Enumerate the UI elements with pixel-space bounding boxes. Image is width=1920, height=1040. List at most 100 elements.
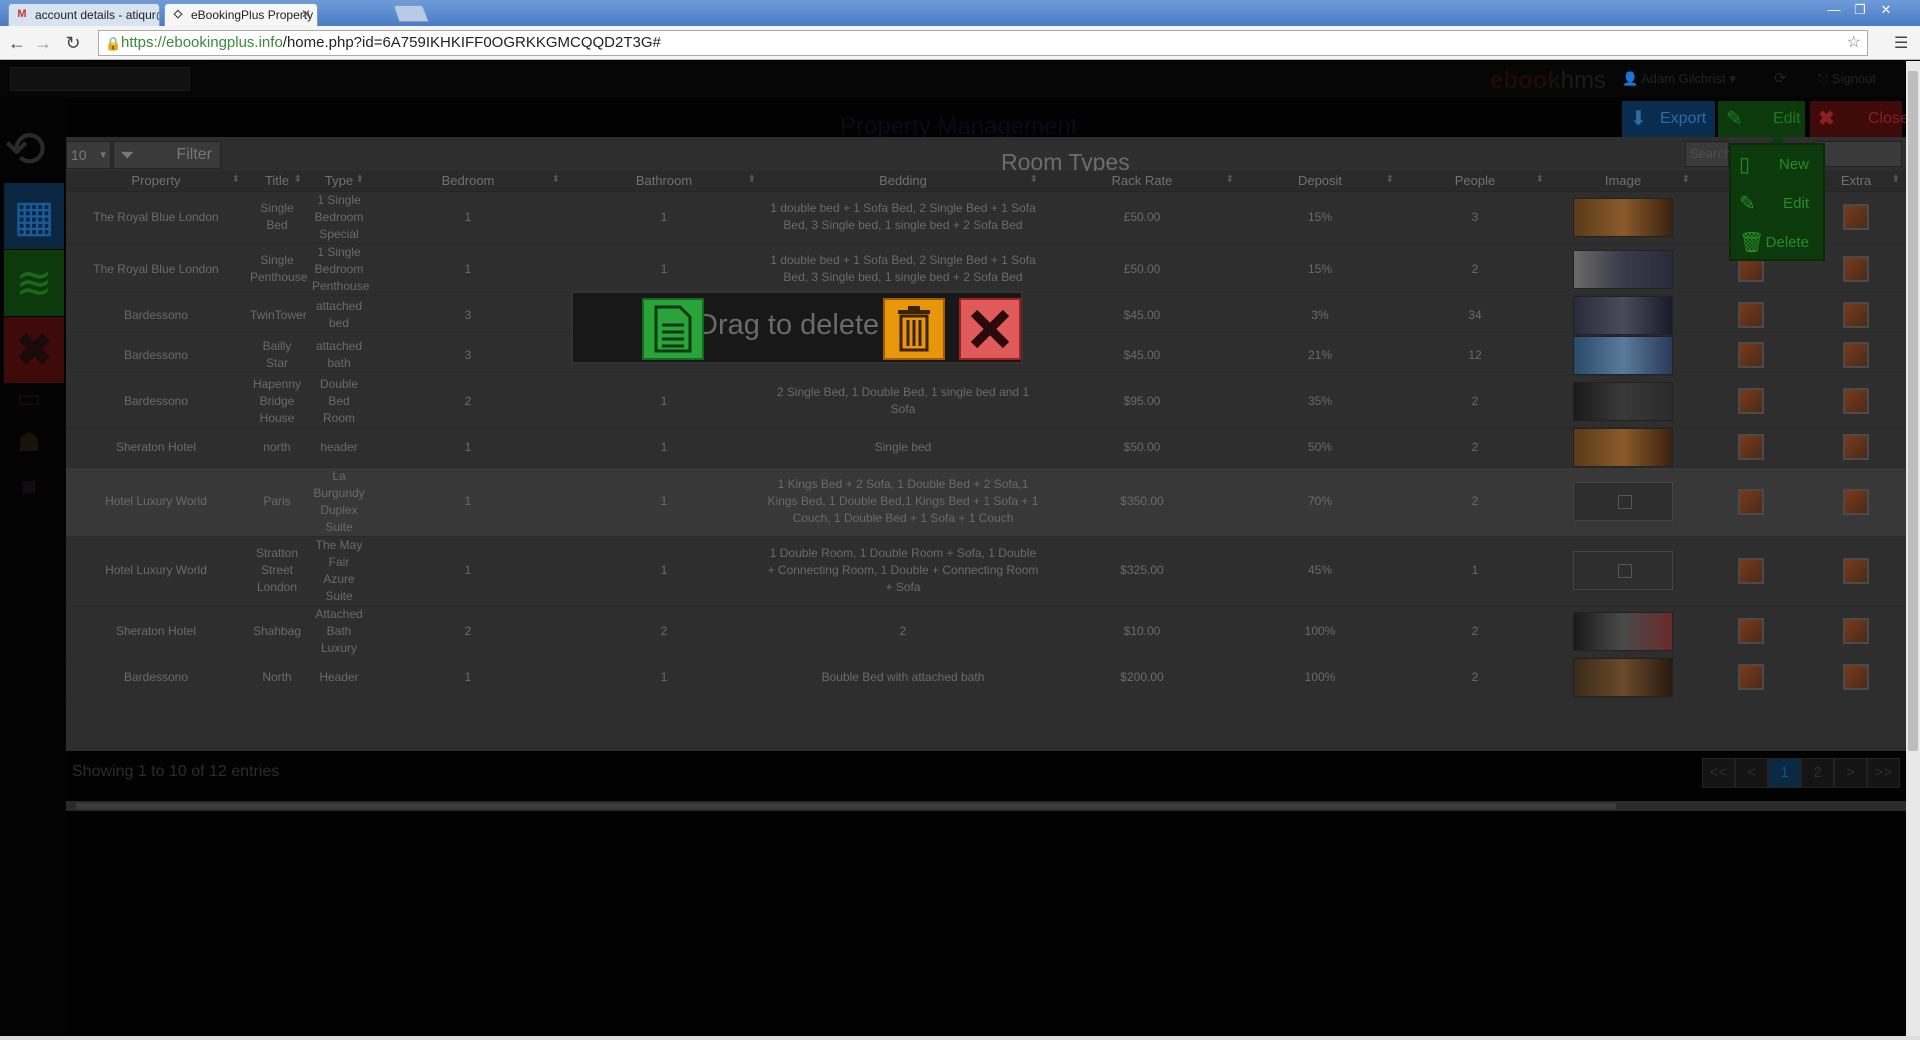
extra-image-icon[interactable] [1843, 204, 1869, 230]
page-button[interactable]: 2 [1801, 758, 1834, 788]
page-vertical-scrollbar[interactable] [1906, 61, 1920, 1036]
url-input[interactable]: 🔒 https://ebookingplus.info/home.php?id=… [98, 30, 1868, 56]
export-button[interactable]: ⬇ Export [1622, 101, 1715, 137]
page-button[interactable]: 1 [1768, 758, 1801, 788]
menu-item-new[interactable]: ▯ New [1731, 147, 1823, 183]
room-thumbnail[interactable] [1573, 657, 1673, 697]
room-thumbnail[interactable] [1573, 335, 1673, 375]
page-button[interactable]: > [1834, 758, 1867, 788]
room-thumbnail[interactable] [1573, 427, 1673, 467]
table-row[interactable]: Bardessono Hapenny Bridge House Double Bed… [66, 375, 1906, 428]
close-button[interactable]: ✖ Close [1810, 101, 1906, 137]
restore-icon[interactable]: ❐ [1848, 2, 1872, 18]
extra-image-icon[interactable] [1843, 302, 1869, 328]
grid-icon[interactable]: ▦ [4, 183, 64, 249]
sort-icon[interactable]: ⬍ [294, 174, 302, 185]
scrollbar-thumb[interactable] [76, 803, 1616, 809]
image-gallery-icon[interactable] [1738, 557, 1764, 584]
page-button[interactable]: >> [1867, 758, 1900, 788]
tab-ebooking[interactable]: ◇ eBookingPlus Property Mana ✕ [164, 3, 318, 26]
horizontal-scrollbar[interactable] [66, 801, 1906, 811]
room-thumbnail[interactable] [1573, 611, 1673, 651]
user-icon[interactable]: ☗ [6, 427, 52, 467]
column-header[interactable]: Bathroom ⬍ [566, 171, 762, 192]
column-header[interactable]: Rack Rate ⬍ [1044, 171, 1240, 192]
room-thumbnail[interactable] [1573, 381, 1673, 421]
sort-icon[interactable]: ⬍ [1536, 174, 1544, 185]
table-row[interactable]: Hotel Luxury World Stratton Street London… [66, 536, 1906, 606]
column-header[interactable]: Title ⬍ [246, 171, 308, 192]
image-gallery-icon[interactable] [1738, 302, 1764, 328]
table-row[interactable]: Bardessono North Header 1 1 Bouble Bed with a… [66, 657, 1906, 698]
room-thumbnail[interactable] [1573, 197, 1673, 237]
image-gallery-icon[interactable] [1738, 664, 1764, 690]
sort-icon[interactable]: ⬍ [356, 174, 364, 185]
column-header[interactable]: People ⬍ [1400, 171, 1550, 192]
table-search-field-right[interactable] [1814, 141, 1902, 167]
sort-icon[interactable]: ⬍ [1030, 174, 1038, 185]
image-gallery-icon[interactable] [1738, 434, 1764, 460]
new-tab-button[interactable] [392, 5, 430, 22]
extra-image-icon[interactable] [1843, 434, 1869, 460]
back-icon[interactable]: ← [6, 33, 28, 53]
extra-image-icon[interactable] [1843, 256, 1869, 282]
image-gallery-icon[interactable] [1738, 618, 1764, 644]
room-thumbnail[interactable] [1573, 249, 1673, 289]
bookmark-star-icon[interactable]: ☆ [1847, 31, 1861, 55]
sort-icon[interactable]: ⬍ [552, 174, 560, 185]
edit-button[interactable]: ✎ Edit [1718, 101, 1805, 137]
document-icon[interactable] [642, 298, 704, 360]
extra-image-icon[interactable] [1843, 557, 1869, 584]
sort-icon[interactable]: ⬍ [1892, 174, 1900, 185]
image-gallery-icon[interactable] [1738, 342, 1764, 368]
sort-icon[interactable]: ⬍ [1682, 174, 1690, 185]
table-row[interactable]: The Royal Blue London Single Bed 1 Single … [66, 191, 1906, 244]
minimize-icon[interactable]: — [1822, 2, 1846, 17]
sort-icon[interactable]: ⬍ [1386, 174, 1394, 185]
window-close-icon[interactable]: ✕ [1874, 2, 1898, 18]
column-header[interactable]: Type ⬍ [308, 171, 370, 192]
column-header[interactable]: Deposit ⬍ [1240, 171, 1400, 192]
broken-image-icon[interactable] [1573, 482, 1673, 521]
signout-link[interactable]: ⎋ Signout [1818, 71, 1876, 87]
page-size-select[interactable]: 10 [66, 141, 111, 169]
image-gallery-icon[interactable] [1738, 388, 1764, 414]
refresh-icon[interactable]: ⟳ [1774, 69, 1787, 87]
global-search-input[interactable] [10, 67, 190, 91]
table-search-input[interactable]: Search [1685, 141, 1731, 167]
extra-image-icon[interactable] [1843, 664, 1869, 690]
tile-icon[interactable]: ■ [6, 471, 52, 511]
column-header[interactable]: Bedding ⬍ [762, 171, 1044, 192]
page-button[interactable]: < [1735, 758, 1768, 788]
user-menu[interactable]: 👤 Adam Gilchrist ▾ [1622, 71, 1736, 87]
trash-icon[interactable] [883, 298, 945, 360]
back-arrow-icon[interactable]: ⟲ [4, 124, 50, 177]
close-tab-icon[interactable]: ✕ [301, 7, 311, 21]
table-row[interactable]: Sheraton Hotel north header 1 1 Single bed $50… [66, 427, 1906, 468]
monitor-icon[interactable]: ▭ [6, 383, 52, 423]
column-header[interactable]: Property ⬍ [66, 171, 246, 192]
close-x-icon[interactable]: ✖ [4, 317, 64, 383]
extra-image-icon[interactable] [1843, 488, 1869, 515]
cancel-x-icon[interactable] [959, 298, 1021, 360]
forward-icon[interactable]: → [32, 33, 54, 53]
page-button[interactable]: << [1702, 758, 1735, 788]
table-row[interactable]: Sheraton Hotel Shahbag Attached Bath Luxur… [66, 605, 1906, 658]
sort-icon[interactable]: ⬍ [748, 174, 756, 185]
sort-icon[interactable]: ⬍ [232, 174, 240, 185]
scrollbar-thumb[interactable] [1908, 71, 1918, 751]
filter-button[interactable]: ⏷ Filter [113, 141, 221, 169]
image-gallery-icon[interactable] [1738, 488, 1764, 515]
table-row[interactable]: Hotel Luxury World Paris La Burgundy Duple… [66, 467, 1906, 537]
tab-gmail[interactable]: M account details - atiqur@ebo [8, 3, 160, 26]
extra-image-icon[interactable] [1843, 342, 1869, 368]
table-row[interactable]: The Royal Blue London Single Penthouse 1 S… [66, 243, 1906, 296]
column-header[interactable]: Image ⬍ [1550, 171, 1696, 192]
menu-item-edit[interactable]: ✎ Edit [1731, 186, 1823, 222]
browser-menu-icon[interactable]: ☰ [1894, 33, 1908, 53]
room-thumbnail[interactable] [1573, 295, 1673, 335]
broken-image-icon[interactable] [1573, 551, 1673, 590]
extra-image-icon[interactable] [1843, 388, 1869, 414]
menu-item-delete[interactable]: 🗑 Delete [1731, 225, 1823, 261]
sort-icon[interactable]: ⬍ [1226, 174, 1234, 185]
